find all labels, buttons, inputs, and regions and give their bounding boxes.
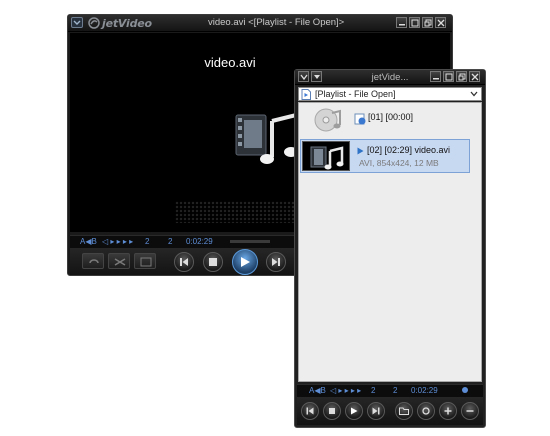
playlist-item-label: [02] [02:29] video.avi [367,145,451,155]
playlist-window: jetVide... [Playlist - File Open] [01] [… [294,69,486,428]
app-logo: jetVideo [88,16,152,30]
media-placeholder-icon [314,108,341,132]
logo-icon [88,17,100,29]
add-button[interactable] [439,402,457,420]
playlist-minimize-button[interactable] [430,71,441,82]
stop-button[interactable] [323,402,341,420]
track-total: 2 [168,237,173,246]
visualizer-dots [175,201,295,223]
playlist-item[interactable]: [01] [00:00] [299,103,481,137]
previous-button[interactable] [301,402,319,420]
playlist-menu-icon[interactable] [298,71,309,82]
speed-indicator[interactable]: ◁ ▸ ▸ ▸ ▸ [330,386,361,395]
remove-button[interactable] [461,402,479,420]
speed-indicator[interactable]: ◁ ▸ ▸ ▸ ▸ [102,237,133,246]
playlist-maximize-button[interactable] [443,71,454,82]
shuffle-button[interactable] [108,253,130,269]
minimize-button[interactable] [396,17,407,28]
settings-button[interactable] [417,402,435,420]
screen-button[interactable] [134,253,156,269]
playlist-item-details: AVI, 854x424, 12 MB [359,158,439,168]
track-number: 2 [371,386,376,395]
window-title: video.avi <[Playlist - File Open]> [208,17,345,28]
restore-button[interactable] [422,17,433,28]
info-badge-icon [354,113,366,125]
player-titlebar[interactable]: jetVideo video.avi <[Playlist - File Ope… [68,15,452,32]
ab-repeat-label[interactable]: A◀B [309,386,326,395]
track-total: 2 [393,386,398,395]
folder-open-button[interactable] [395,402,413,420]
track-number: 2 [145,237,150,246]
dropdown-arrow-icon[interactable] [311,71,322,82]
chevron-down-icon [470,91,478,97]
media-file-icon [235,112,298,164]
repeat-button[interactable] [82,253,104,269]
next-button[interactable] [367,402,385,420]
playlist-restore-button[interactable] [456,71,467,82]
close-button[interactable] [435,17,446,28]
playlist-close-button[interactable] [469,71,480,82]
playlist-controls [297,397,483,425]
playlist-doc-icon [301,89,311,100]
seek-bar[interactable] [230,240,270,243]
time-display: 0:02:29 [186,237,213,246]
video-title: video.avi [204,55,256,70]
playlist-titlebar[interactable]: jetVide... [295,70,485,85]
time-display: 0:02:29 [411,386,438,395]
playlist-item-label: [01] [00:00] [368,112,414,122]
playlist-dropdown-value: [Playlist - File Open] [315,89,396,99]
playlist-dropdown[interactable]: [Playlist - File Open] [298,87,482,101]
video-thumbnail [302,141,350,171]
menu-icon[interactable] [71,17,83,28]
playlist-item-selected[interactable]: [02] [02:29] video.avi AVI, 854x424, 12 … [300,139,470,173]
playlist-list[interactable]: [01] [00:00] [02] [02:29] video.avi AVI,… [298,102,482,382]
playlist-status-strip: A◀B ◁ ▸ ▸ ▸ ▸ 2 2 0:02:29 [297,384,483,398]
play-button[interactable] [345,402,363,420]
stop-button[interactable] [203,252,223,272]
previous-button[interactable] [174,252,194,272]
maximize-button[interactable] [409,17,420,28]
media-file-icon [310,146,344,170]
now-playing-icon [357,147,364,155]
ab-repeat-label[interactable]: A◀B [80,237,97,246]
playlist-title: jetVide... [371,72,409,83]
next-button[interactable] [266,252,286,272]
logo-text: jetVideo [102,16,152,30]
play-button[interactable] [232,249,258,275]
seek-handle[interactable] [462,387,468,393]
